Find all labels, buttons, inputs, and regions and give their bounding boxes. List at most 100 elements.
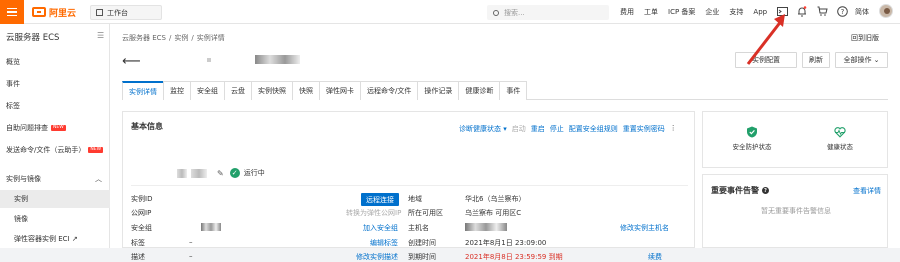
sidebar-item-overview[interactable]: 概览 [0,53,110,71]
sidebar-item-tags[interactable]: 标签 [0,97,110,115]
help-icon[interactable]: ? [762,187,769,194]
sidebar-item-events[interactable]: 事件 [0,75,110,93]
view-details-link[interactable]: 查看详情 [853,186,881,196]
bell-icon[interactable] [796,5,808,17]
back-arrow-icon[interactable]: ⟵ [122,54,141,69]
edit-tags-link[interactable]: 编辑标签 [370,238,398,248]
tab-operation-logs[interactable]: 操作记录 [417,81,460,100]
tab-snapshots[interactable]: 快照 [292,81,320,100]
reset-password-link[interactable]: 重置实例密码 [623,124,665,134]
configure-sg-rules-link[interactable]: 配置安全组规则 [569,124,618,134]
new-badge: NEW [51,125,66,131]
sidebar: 云服务器 ECS ☰ 概览 事件 标签 自助问题排查 NEW 发送命令/文件（云助… [0,24,110,248]
sidebar-item-label: 实例 [14,195,28,203]
redacted-instance-name-part [207,58,211,62]
restart-link[interactable]: 重启 [531,124,545,134]
label-description: 描述 [131,253,145,261]
breadcrumb-current: 实例详情 [196,34,225,42]
back-to-old-version-link[interactable]: 回到旧版 [851,33,879,43]
help-icon[interactable]: ? [836,5,848,17]
sidebar-item-instances[interactable]: 实例 [0,190,110,208]
all-actions-button[interactable]: 全部操作 ⌄ [835,52,888,68]
tab-label: 操作记录 [424,87,453,95]
edit-description-link[interactable]: 修改实例描述 [356,252,398,262]
created-time-value: 2021年8月1日 23:09:00 [465,239,547,247]
important-events-panel: 重要事件告警? 查看详情 暂无重要事件告警信息 [702,174,888,248]
link-enterprise[interactable]: 企业 [705,7,719,17]
tab-security-group[interactable]: 安全组 [190,81,225,100]
config-button-label: 实例配置 [752,56,780,64]
tab-label: 快照 [299,87,313,95]
edit-hostname-link[interactable]: 修改实例主机名 [620,223,669,233]
tab-remote-commands[interactable]: 远程命令/文件 [360,81,419,100]
link-billing[interactable]: 费用 [620,7,634,17]
collapse-sidebar-icon[interactable]: ☰ [97,31,104,40]
join-security-group-link[interactable]: 加入安全组 [363,223,398,233]
tab-label: 远程命令/文件 [367,87,412,95]
sidebar-item-cloud-assistant[interactable]: 发送命令/文件（云助手） NEW [0,141,110,159]
redacted-instance-name [255,55,300,64]
new-badge: NEW [88,147,104,153]
tab-monitoring[interactable]: 监控 [163,81,191,100]
sidebar-item-images[interactable]: 镜像 [0,210,110,228]
tags-value: – [189,238,193,246]
running-status-text: 运行中 [243,169,265,177]
edit-name-icon[interactable]: ✎ [217,169,224,178]
refresh-button[interactable]: 刷新 [802,52,830,68]
description-value: – [189,252,193,260]
renew-link[interactable]: 续费 [648,252,662,262]
sidebar-item-label: 镜像 [14,215,28,223]
diagnose-health-link[interactable]: 诊断健康状态 ▾ [459,124,507,134]
tab-label: 事件 [506,87,521,95]
tab-health-diagnosis[interactable]: 健康诊断 [458,81,501,100]
sidebar-item-eci[interactable]: 弹性容器实例 ECI ↗ [0,230,110,248]
redacted-name [191,168,207,178]
stop-link[interactable]: 停止 [550,124,564,134]
cloud-shell-icon[interactable] [776,5,788,17]
basic-info-panel: 基本信息 诊断健康状态 ▾ 启动 重启 停止 配置安全组规则 重置实例密码 ⋮ … [122,111,695,261]
sidebar-item-label: 自助问题排查 [6,124,48,132]
tab-events[interactable]: 事件 [499,81,528,100]
more-actions-icon[interactable]: ⋮ [670,124,677,134]
tab-eni[interactable]: 弹性网卡 [319,81,361,100]
hamburger-menu-icon[interactable] [0,0,24,24]
tab-disks[interactable]: 云盘 [224,81,252,100]
zone-value: 乌兰察布 可用区C [465,209,522,217]
tab-label: 实例快照 [258,87,286,95]
region-value: 华北6（乌兰察布） [465,195,526,203]
status-summary-panel: 安全防护状态 健康状态 [702,111,888,168]
instance-config-button[interactable]: 实例配置 [735,52,797,68]
sidebar-item-label: 弹性容器实例 ECI ↗ [14,235,78,243]
health-status[interactable]: 健康状态 [815,126,865,151]
search-input[interactable]: 搜索... [487,5,609,20]
sidebar-title: 云服务器 ECS [6,33,60,43]
breadcrumb-instances[interactable]: 实例 [174,34,188,42]
tab-instance-snapshots[interactable]: 实例快照 [251,81,293,100]
breadcrumb-ecs[interactable]: 云服务器 ECS [122,34,166,42]
remote-connect-button[interactable]: 远程连接 [361,193,399,206]
language-switch[interactable]: 简体 [855,7,869,17]
label-tags: 标签 [131,239,145,247]
basic-info-actions: 诊断健康状态 ▾ 启动 重启 停止 配置安全组规则 重置实例密码 ⋮ [459,124,677,134]
aliyun-logo[interactable]: 阿里云 [32,5,76,19]
security-status-label: 安全防护状态 [732,143,772,151]
aliyun-logo-icon [32,7,46,17]
link-app[interactable]: App [753,8,767,16]
top-navigation-bar: 阿里云 工作台 搜索... 费用 工单 ICP 备案 企业 支持 App ? 简… [0,0,900,24]
redacted-name [177,168,187,178]
user-avatar[interactable] [879,4,893,18]
sidebar-item-label: 概览 [6,58,20,66]
link-support[interactable]: 支持 [729,7,743,17]
link-icp[interactable]: ICP 备案 [668,7,695,17]
tab-instance-details[interactable]: 实例详情 [122,81,164,100]
main-content: 云服务器 ECS / 实例 / 实例详情 回到旧版 ⟵ 实例配置 刷新 全部操作 ⌄ 实… [110,24,900,261]
cart-icon[interactable] [816,5,828,17]
security-protection-status[interactable]: 安全防护状态 [727,126,777,151]
workbench-button[interactable]: 工作台 [90,5,162,20]
label-security-group: 安全组 [131,224,152,232]
sidebar-group-instances-images[interactable]: 实例与镜像 ︿ [0,170,110,188]
redacted-hostname [465,223,507,231]
sidebar-item-self-diagnosis[interactable]: 自助问题排查 NEW [0,119,110,137]
link-tickets[interactable]: 工单 [644,7,658,17]
chevron-up-icon: ︿ [95,175,102,183]
